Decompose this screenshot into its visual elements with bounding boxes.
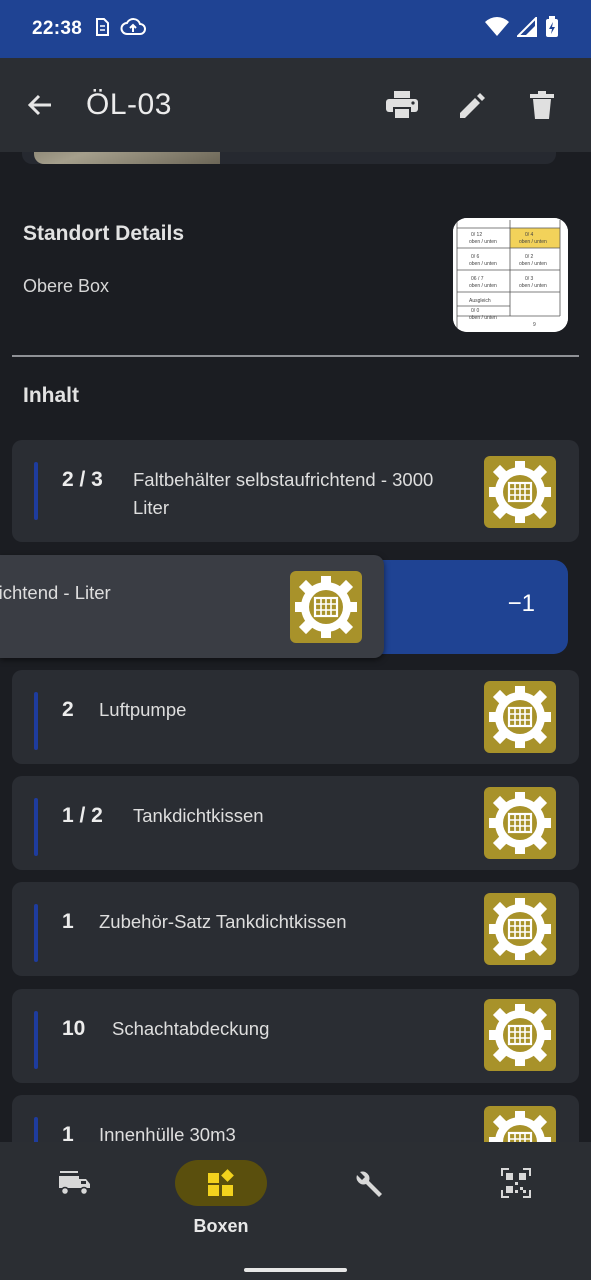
swipe-action-decrement[interactable]: −1 xyxy=(373,560,568,654)
list-item[interactable]: 2 / 3 Faltbehälter selbstaufrichtend - 3… xyxy=(12,440,579,542)
nav-pill-active xyxy=(175,1160,267,1206)
list-item[interactable]: 10 Schachtabdeckung xyxy=(12,989,579,1083)
standort-subtitle: Obere Box xyxy=(23,276,110,296)
status-bar: 22:38 xyxy=(0,0,591,58)
item-gear-icon xyxy=(484,999,556,1071)
edit-button[interactable] xyxy=(437,70,507,140)
item-indicator xyxy=(34,462,38,520)
nav-label-boxen: Boxen xyxy=(193,1216,249,1236)
page-title: ÖL-03 xyxy=(86,88,172,121)
sim-icon xyxy=(94,17,110,42)
inhalt-title: Inhalt xyxy=(23,384,79,407)
list-item[interactable]: 1 Zubehör-Satz Tankdichtkissen xyxy=(12,882,579,976)
wrench-icon xyxy=(356,1171,382,1197)
boxes-icon xyxy=(208,1169,234,1196)
item-name: hälter selbstaufrichtend - Liter xyxy=(0,582,111,603)
item-name: Zubehör-Satz Tankdichtkissen xyxy=(99,911,347,932)
svg-text:0/ 6: 0/ 6 xyxy=(471,254,480,260)
gesture-bar xyxy=(244,1268,347,1272)
svg-text:0/ 0: 0/ 0 xyxy=(471,308,480,314)
item-quantity: 1 xyxy=(62,1123,74,1142)
svg-text:0/ 12: 0/ 12 xyxy=(471,232,482,238)
svg-text:Ausgleich: Ausgleich xyxy=(469,298,491,304)
fire-truck-icon xyxy=(59,1171,90,1196)
item-indicator xyxy=(34,1011,38,1069)
svg-text:oben / unten: oben / unten xyxy=(519,261,547,267)
item-indicator xyxy=(34,1117,38,1142)
nav-scan[interactable] xyxy=(461,1160,571,1250)
item-quantity: 2 xyxy=(62,698,74,721)
cloud-upload-icon xyxy=(120,17,147,42)
item-name: Tankdichtkissen xyxy=(133,805,264,826)
svg-text:0/ 4: 0/ 4 xyxy=(525,232,534,238)
print-button[interactable] xyxy=(367,70,437,140)
svg-text:oben / unten: oben / unten xyxy=(469,315,497,321)
svg-text:oben / unten: oben / unten xyxy=(469,261,497,267)
item-quantity: 2 / 3 xyxy=(62,468,103,491)
divider xyxy=(12,355,579,357)
screen: 22:38 ÖL-03 Standort Details Obere Box 0… xyxy=(0,0,591,1280)
nav-pill xyxy=(323,1160,415,1206)
item-indicator xyxy=(34,904,38,962)
status-time: 22:38 xyxy=(32,18,83,39)
app-bar: ÖL-03 xyxy=(0,58,591,152)
arrow-back-icon xyxy=(27,94,51,116)
item-gear-icon xyxy=(484,1106,556,1142)
pencil-icon xyxy=(460,93,485,118)
svg-text:9: 9 xyxy=(533,322,536,328)
item-indicator xyxy=(34,692,38,750)
item-quantity: 10 xyxy=(62,1017,86,1040)
signal-icon xyxy=(515,15,537,42)
item-indicator xyxy=(34,798,38,856)
svg-text:oben / unten: oben / unten xyxy=(519,283,547,289)
list-item-swiped[interactable]: hälter selbstaufrichtend - Liter xyxy=(0,555,384,658)
svg-text:06 / 7: 06 / 7 xyxy=(471,276,484,282)
list-item[interactable]: 1 Innenhülle 30m3 xyxy=(12,1095,579,1142)
svg-text:oben / unten: oben / unten xyxy=(469,239,497,245)
nav-tools[interactable] xyxy=(314,1160,424,1250)
item-gear-icon xyxy=(484,787,556,859)
svg-text:oben / unten: oben / unten xyxy=(469,283,497,289)
item-gear-icon xyxy=(484,681,556,753)
item-quantity: 1 / 2 xyxy=(62,804,103,827)
nav-pill xyxy=(470,1160,562,1206)
svg-text:0/ 3: 0/ 3 xyxy=(525,276,534,282)
nav-vehicles[interactable] xyxy=(19,1160,129,1250)
svg-text:oben / unten: oben / unten xyxy=(519,239,547,245)
nav-pill xyxy=(28,1160,120,1206)
standort-title: Standort Details xyxy=(23,222,185,245)
wifi-icon xyxy=(485,16,509,42)
bottom-navigation: Boxen xyxy=(0,1142,591,1280)
back-button[interactable] xyxy=(0,58,80,152)
item-quantity: 1 xyxy=(62,910,74,933)
item-gear-icon xyxy=(484,893,556,965)
item-name: Innenhülle 30m3 xyxy=(99,1124,236,1142)
location-map-thumbnail[interactable]: 0/ 12 oben / unten 0/ 4 oben / unten 0/ 6o… xyxy=(453,218,568,332)
list-item[interactable]: 2 Luftpumpe xyxy=(12,670,579,764)
item-name: Schachtabdeckung xyxy=(112,1018,270,1039)
location-photo xyxy=(34,152,220,164)
nav-boxen[interactable]: Boxen xyxy=(166,1160,276,1250)
photo-card xyxy=(22,152,556,164)
delete-button[interactable] xyxy=(507,70,577,140)
print-icon xyxy=(386,91,418,119)
list-item[interactable]: 1 / 2 Tankdichtkissen xyxy=(12,776,579,870)
content-scroll[interactable]: Standort Details Obere Box 0/ 12 oben / u… xyxy=(0,152,591,1142)
battery-icon xyxy=(545,15,559,43)
item-gear-icon xyxy=(484,456,556,528)
svg-text:0/ 2: 0/ 2 xyxy=(525,254,534,260)
trash-icon xyxy=(530,91,554,119)
item-name: Luftpumpe xyxy=(99,699,187,720)
item-gear-icon xyxy=(290,571,362,643)
decrement-label: −1 xyxy=(507,590,535,617)
qr-code-icon xyxy=(501,1168,531,1198)
item-name: Faltbehälter selbstaufrichtend - 3000 Li… xyxy=(133,469,434,518)
